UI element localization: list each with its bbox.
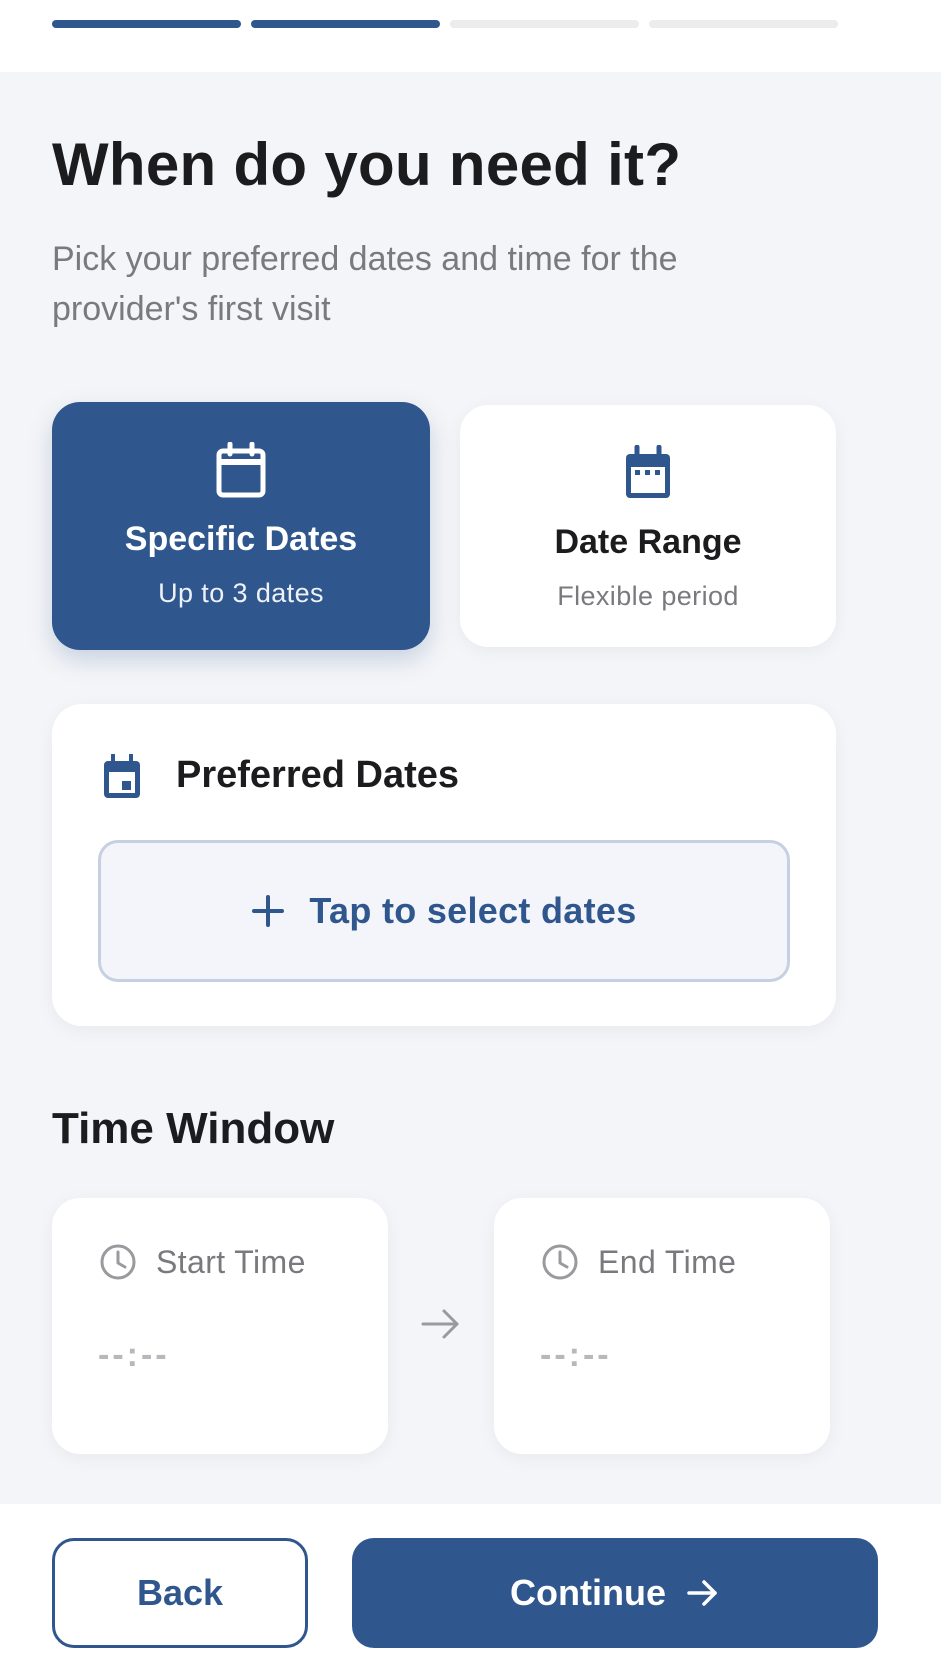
start-time-value: --:-- bbox=[98, 1336, 170, 1374]
progress-step-3 bbox=[450, 20, 639, 28]
start-time-label: Start Time bbox=[156, 1244, 306, 1280]
page-subtitle: Pick your preferred dates and time for t… bbox=[52, 240, 678, 328]
select-dates-label: Tap to select dates bbox=[309, 890, 637, 931]
arrow-right-icon bbox=[687, 1580, 717, 1606]
back-button-label: Back bbox=[136, 1572, 224, 1613]
start-time-picker[interactable]: Start Time --:-- bbox=[52, 1198, 388, 1454]
calendar-event-icon bbox=[104, 754, 140, 798]
clock-icon bbox=[542, 1244, 578, 1280]
progress-step-4 bbox=[649, 20, 838, 28]
top-bar bbox=[0, 0, 941, 72]
clock-icon bbox=[100, 1244, 136, 1280]
continue-button[interactable]: Continue bbox=[352, 1538, 878, 1648]
footer-actions: Back Continue bbox=[0, 1504, 941, 1672]
date-range-subtitle: Flexible period bbox=[557, 581, 739, 611]
specific-dates-option[interactable]: Specific Dates Up to 3 dates bbox=[52, 402, 430, 650]
progress-step-2 bbox=[251, 20, 440, 28]
page-title: When do you need it? bbox=[52, 131, 682, 198]
specific-dates-subtitle: Up to 3 dates bbox=[158, 578, 324, 608]
preferred-dates-title: Preferred Dates bbox=[176, 754, 460, 796]
preferred-dates-card: Preferred Dates Tap to select dates bbox=[52, 704, 836, 1026]
select-dates-button[interactable]: Tap to select dates bbox=[98, 840, 790, 982]
back-button[interactable]: Back bbox=[52, 1538, 308, 1648]
date-range-title: Date Range bbox=[554, 523, 742, 561]
calendar-icon bbox=[216, 442, 266, 498]
time-window-title: Time Window bbox=[52, 1104, 335, 1153]
continue-button-label: Continue bbox=[510, 1572, 666, 1613]
end-time-label: End Time bbox=[598, 1244, 737, 1280]
date-range-option[interactable]: Date Range Flexible period bbox=[460, 405, 836, 647]
specific-dates-title: Specific Dates bbox=[124, 520, 358, 558]
progress-step-1 bbox=[52, 20, 241, 28]
end-time-value: --:-- bbox=[540, 1336, 612, 1374]
end-time-picker[interactable]: End Time --:-- bbox=[494, 1198, 830, 1454]
step-progress-bar bbox=[52, 20, 838, 28]
calendar-dots-icon bbox=[626, 445, 670, 498]
plus-icon bbox=[252, 895, 285, 927]
arrow-right-icon bbox=[421, 1309, 459, 1339]
